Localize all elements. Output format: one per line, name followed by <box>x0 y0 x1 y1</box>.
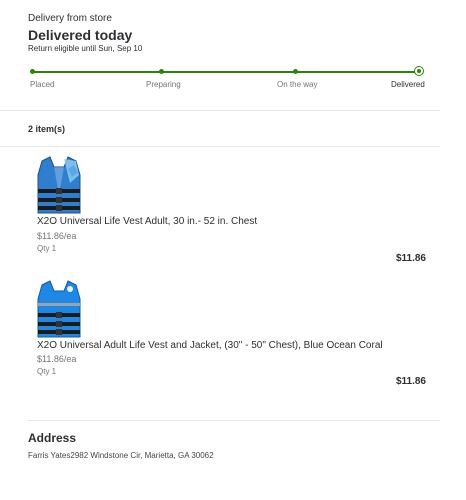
delivery-status-title: Delivered today <box>28 27 133 43</box>
step-dot-preparing <box>159 69 164 74</box>
step-label-placed: Placed <box>30 80 55 89</box>
divider <box>28 420 440 421</box>
address-line: Farris Yates2982 Windstone Cir, Marietta… <box>28 451 214 460</box>
item-name[interactable]: X2O Universal Life Vest Adult, 30 in.- 5… <box>37 216 257 227</box>
item-unit-price: $11.86/ea <box>37 231 77 241</box>
life-vest-icon <box>37 156 81 214</box>
items-count: 2 item(s) <box>28 124 66 134</box>
step-label-delivered: Delivered <box>391 80 425 89</box>
item-quantity: Qty 1 <box>37 244 57 253</box>
item-name[interactable]: X2O Universal Adult Life Vest and Jacket… <box>37 340 383 351</box>
delivery-source-label: Delivery from store <box>28 13 112 24</box>
item-total-price: $11.86 <box>395 253 426 264</box>
step-dot-placed <box>30 69 35 74</box>
life-vest-icon <box>37 280 81 338</box>
divider <box>0 110 440 111</box>
divider <box>0 146 440 147</box>
progress-line <box>32 71 419 73</box>
step-label-on-the-way: On the way <box>277 80 318 89</box>
product-image[interactable] <box>34 279 84 339</box>
return-eligibility-note: Return eligible until Sun, Sep 10 <box>28 44 143 53</box>
address-title: Address <box>28 431 77 445</box>
item-unit-price: $11.86/ea <box>37 354 77 364</box>
item-quantity: Qty 1 <box>37 367 57 376</box>
step-dot-delivered-current <box>414 66 424 76</box>
product-image[interactable] <box>34 155 84 215</box>
step-dot-on-the-way <box>293 69 298 74</box>
item-total-price: $11.86 <box>395 376 426 387</box>
step-label-preparing: Preparing <box>146 80 181 89</box>
